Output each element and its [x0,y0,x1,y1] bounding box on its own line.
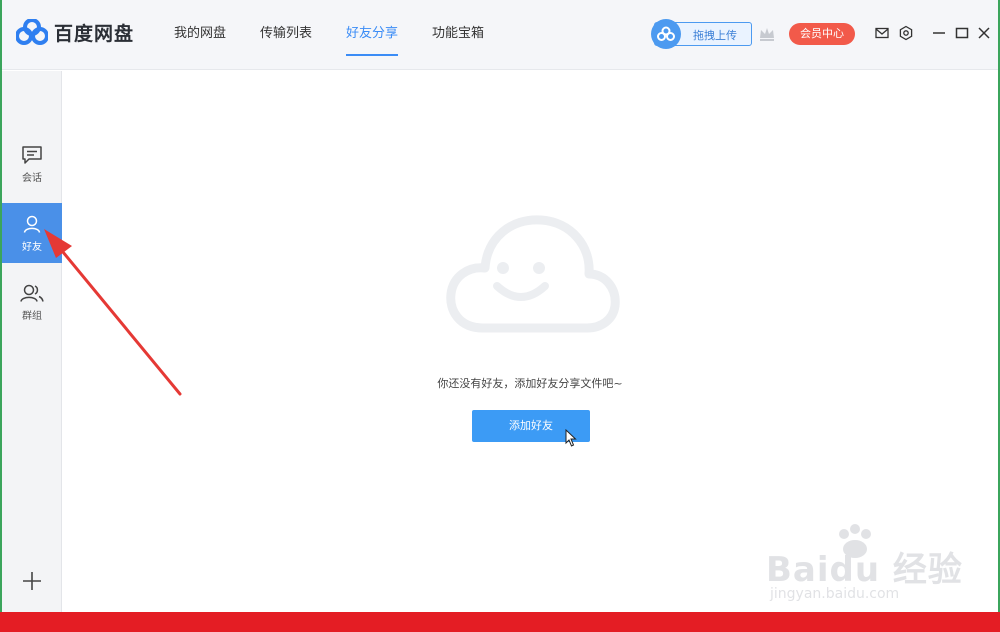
tab-toolbox[interactable]: 功能宝箱 [432,0,484,70]
sidebar: 会话 好友 群组 [2,71,62,612]
maximize-icon[interactable] [954,25,970,41]
sidebar-item-label: 会话 [22,172,42,184]
sidebar-item-friends[interactable]: 好友 [2,203,62,263]
tab-friend-share[interactable]: 好友分享 [346,0,399,70]
watermark-main-text: Baidu 经验 [766,550,963,590]
tab-transfer-list[interactable]: 传输列表 [260,0,312,70]
user-icon [23,215,41,233]
group-icon [20,284,44,302]
watermark-url: jingyan.baidu.com [770,586,900,602]
baidu-cloud-logo-icon [16,19,48,45]
chat-icon [22,145,42,164]
cloud-icon [651,19,681,49]
tab-my-disk[interactable]: 我的网盘 [174,0,226,70]
app-name: 百度网盘 [54,22,135,45]
smiling-cloud-icon [446,215,620,333]
bottom-red-bar [0,612,1000,632]
drag-upload-button[interactable]: 拖拽上传 [651,19,752,49]
sidebar-item-label: 群组 [22,310,42,322]
sidebar-item-groups[interactable]: 群组 [2,272,62,332]
vip-center-button[interactable]: 会员中心 [789,23,855,45]
close-icon[interactable] [976,25,992,41]
crown-icon[interactable] [758,25,776,43]
sidebar-item-conversations[interactable]: 会话 [2,134,62,194]
main-nav: 我的网盘 传输列表 好友分享 功能宝箱 [174,0,518,70]
plus-icon[interactable] [20,569,44,593]
upload-label: 拖拽上传 [693,29,737,42]
empty-state-message: 你还没有好友，添加好友分享文件吧~ [437,377,623,390]
mail-icon[interactable] [874,25,890,41]
sidebar-item-label: 好友 [22,241,42,253]
title-bar: 百度网盘 我的网盘 传输列表 好友分享 功能宝箱 拖拽上传 会员中心 [2,0,998,70]
minimize-icon[interactable] [931,25,947,41]
app-logo: 百度网盘 [16,17,134,47]
baidu-jingyan-watermark: Baidu 经验 jingyan.baidu.com [766,522,976,612]
mouse-cursor-icon [565,429,577,447]
settings-icon[interactable] [898,25,914,41]
